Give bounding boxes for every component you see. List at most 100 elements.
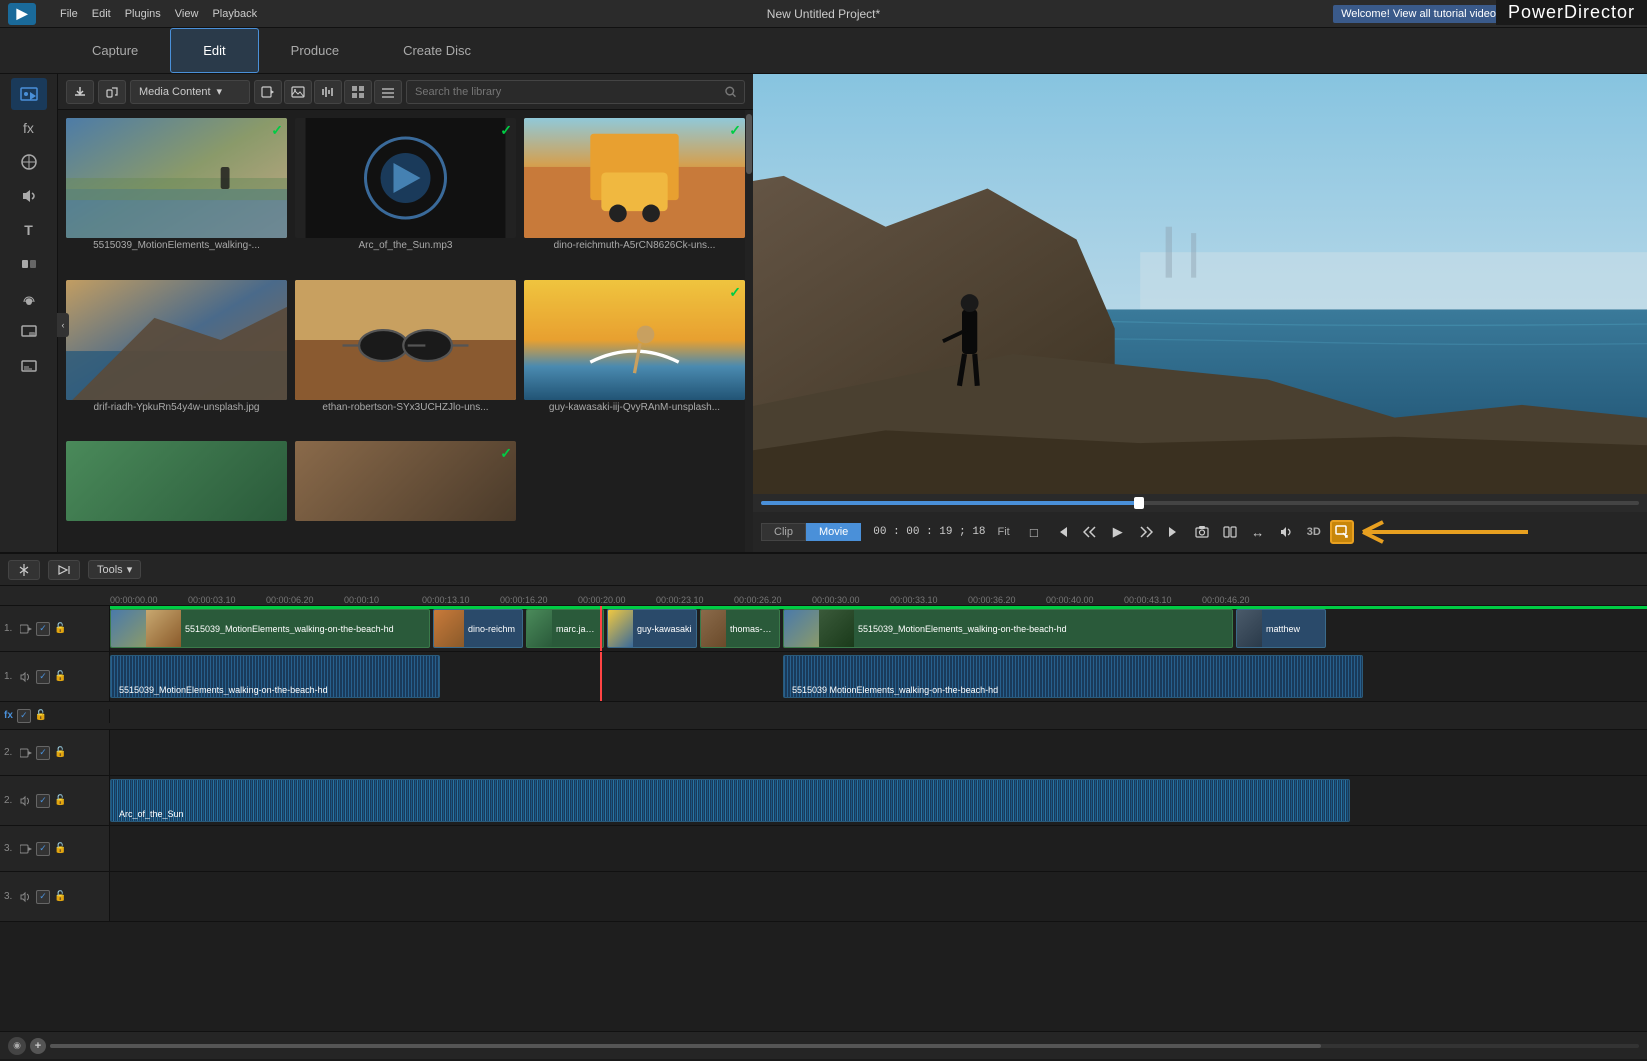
movie-tab[interactable]: Movie: [806, 523, 861, 541]
zoom-btn[interactable]: ↔: [1246, 520, 1270, 544]
split-clip-btn[interactable]: [8, 560, 40, 580]
menu-plugins[interactable]: Plugins: [125, 8, 161, 20]
tab-capture[interactable]: Capture: [60, 28, 170, 73]
track-enable-checkbox[interactable]: [36, 622, 50, 636]
track-content-3a[interactable]: [110, 872, 1647, 921]
view-photo-btn[interactable]: [284, 80, 312, 104]
view-video-btn[interactable]: [254, 80, 282, 104]
sidebar-toggle[interactable]: ‹: [57, 313, 69, 337]
sidebar-media[interactable]: [11, 78, 47, 110]
clip-block[interactable]: dino-reichm: [433, 609, 523, 648]
fx-lock-icon[interactable]: 🔓: [35, 710, 47, 721]
stop-btn[interactable]: □: [1022, 520, 1046, 544]
next-frame-btn[interactable]: [1162, 520, 1186, 544]
prev-key-btn[interactable]: [1078, 520, 1102, 544]
menu-playback[interactable]: Playback: [212, 8, 257, 20]
clip-block[interactable]: matthew: [1236, 609, 1326, 648]
clip-block[interactable]: marc.james: [526, 609, 604, 648]
list-item[interactable]: ✓: [295, 441, 516, 544]
track-lock-icon[interactable]: 🔓: [54, 795, 66, 806]
view-audio-btn[interactable]: [314, 80, 342, 104]
view-list-btn[interactable]: [374, 80, 402, 104]
zoom-circle-btn[interactable]: ◉: [8, 1037, 26, 1055]
clip-block[interactable]: 5515039_MotionElements_walking-on-the-be…: [110, 609, 430, 648]
sidebar-record[interactable]: [11, 282, 47, 314]
fx-text: fx: [4, 710, 13, 721]
scrollbar-thumb[interactable]: [746, 114, 752, 174]
clip-block[interactable]: thomas-mar: [700, 609, 780, 648]
media-label: Arc_of_the_Sun.mp3: [295, 240, 516, 251]
track-number: 3.: [4, 891, 16, 902]
track-content-1a[interactable]: 5515039_MotionElements_walking-on-the-be…: [110, 652, 1647, 701]
tab-create-disc[interactable]: Create Disc: [371, 28, 503, 73]
clip-block[interactable]: 5515039_MotionElements_walking-on-the-be…: [783, 609, 1233, 648]
prev-frame-btn[interactable]: [1050, 520, 1074, 544]
clip-tab[interactable]: Clip: [761, 523, 806, 541]
import-btn[interactable]: [66, 80, 94, 104]
audio-clip[interactable]: 5515039 MotionElements_walking-on-the-be…: [783, 655, 1363, 698]
track-enable-checkbox[interactable]: [36, 794, 50, 808]
timeline-scroll[interactable]: [50, 1044, 1639, 1048]
next-key-btn[interactable]: [1134, 520, 1158, 544]
undock-preview-btn[interactable]: [1330, 520, 1354, 544]
sidebar-transitions[interactable]: [11, 248, 47, 280]
media-thumbnail: ✓: [295, 118, 516, 238]
track-lock-icon[interactable]: 🔓: [54, 843, 66, 854]
list-item[interactable]: ✓ dino-reichmuth-A5rCN8626Ck-uns...: [524, 118, 745, 272]
sidebar-pip[interactable]: [11, 316, 47, 348]
track-enable-checkbox[interactable]: [36, 746, 50, 760]
list-item[interactable]: ethan-robertson-SYx3UCHZJlo-uns...: [295, 280, 516, 434]
clip-block[interactable]: guy-kawasaki: [607, 609, 697, 648]
scrollbar[interactable]: [745, 110, 753, 552]
audio-track-icon: [20, 891, 32, 903]
track-content-1v[interactable]: 5515039_MotionElements_walking-on-the-be…: [110, 606, 1647, 651]
track-content-2a[interactable]: Arc_of_the_Sun: [110, 776, 1647, 825]
list-item[interactable]: drif-riadh-YpkuRn54y4w-unsplash.jpg: [66, 280, 287, 434]
view-tiles-btn[interactable]: [344, 80, 372, 104]
audio-btn[interactable]: [1274, 520, 1298, 544]
search-input[interactable]: [415, 86, 721, 98]
menu-view[interactable]: View: [175, 8, 199, 20]
list-item[interactable]: [66, 441, 287, 544]
list-item[interactable]: ✓ 5515039_MotionElements_walking-...: [66, 118, 287, 272]
sidebar-color[interactable]: [11, 146, 47, 178]
search-box[interactable]: [406, 80, 745, 104]
check-mark: ✓: [500, 445, 512, 462]
list-item[interactable]: ✓ guy-kawasaki-iij-QvyRAnM-unsplash...: [524, 280, 745, 434]
track-lock-icon[interactable]: 🔓: [54, 891, 66, 902]
media-content-dropdown[interactable]: Media Content ▾: [130, 80, 250, 104]
audio-track-icon: [20, 795, 32, 807]
skip-btn[interactable]: [48, 560, 80, 580]
track-lock-icon[interactable]: 🔓: [54, 747, 66, 758]
sidebar-fx[interactable]: fx: [11, 112, 47, 144]
tab-edit[interactable]: Edit: [170, 28, 258, 73]
media-thumbnail: [66, 441, 287, 521]
audio-clip[interactable]: 5515039_MotionElements_walking-on-the-be…: [110, 655, 440, 698]
list-item[interactable]: ✓ Arc_of_the_Sun.mp3: [295, 118, 516, 272]
menu-file[interactable]: File: [60, 8, 78, 20]
tools-btn[interactable]: Tools ▾: [88, 560, 141, 579]
snapshot-btn[interactable]: [1190, 520, 1214, 544]
check-mark: ✓: [729, 122, 741, 139]
sidebar-title[interactable]: T: [11, 214, 47, 246]
audio-clip[interactable]: Arc_of_the_Sun: [110, 779, 1350, 822]
tab-produce[interactable]: Produce: [259, 28, 371, 73]
split-btn[interactable]: [1218, 520, 1242, 544]
track-content-2v[interactable]: [110, 730, 1647, 775]
sidebar-audio[interactable]: [11, 180, 47, 212]
preview-seekbar[interactable]: [753, 494, 1647, 512]
track-content-3v[interactable]: [110, 826, 1647, 871]
fx-enable-checkbox[interactable]: [17, 709, 31, 723]
track-enable-checkbox[interactable]: [36, 842, 50, 856]
3d-btn[interactable]: 3D: [1302, 520, 1326, 544]
add-track-btn[interactable]: +: [30, 1038, 46, 1054]
track-lock-icon[interactable]: 🔓: [54, 671, 66, 682]
sidebar-subtitles[interactable]: [11, 350, 47, 382]
track-enable-checkbox[interactable]: [36, 670, 50, 684]
track-enable-checkbox[interactable]: [36, 890, 50, 904]
track-lock-icon[interactable]: 🔓: [54, 623, 66, 634]
timeline-tracks: 1. 🔓 5515039_MotionElements_walking-on-t…: [0, 606, 1647, 1061]
plugin-btn[interactable]: [98, 80, 126, 104]
play-btn[interactable]: ▶: [1106, 520, 1130, 544]
menu-edit[interactable]: Edit: [92, 8, 111, 20]
